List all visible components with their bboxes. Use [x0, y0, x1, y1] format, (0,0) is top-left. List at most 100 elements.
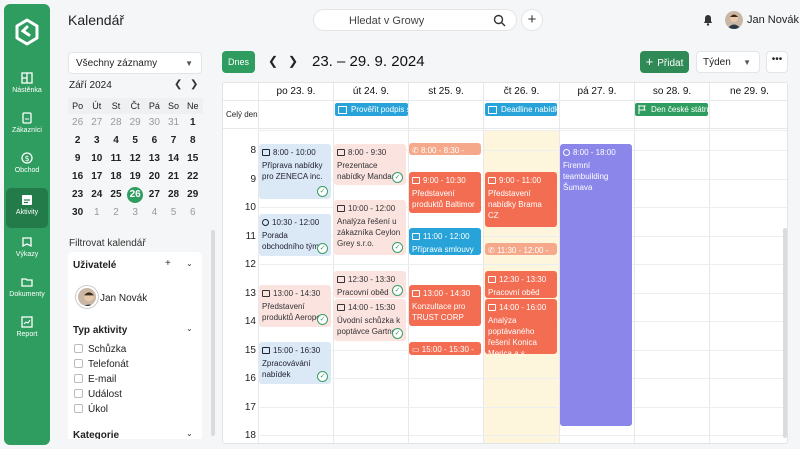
check-icon[interactable]: ✓	[317, 243, 328, 254]
add-button[interactable]: + Přidat	[640, 51, 689, 73]
type-checkbox-call[interactable]: Telefonát	[74, 359, 129, 370]
day-header[interactable]: st 25. 9.	[408, 83, 483, 100]
calendar-event[interactable]: 9:00 - 10:30 Představení produktů Baltim…	[409, 172, 481, 213]
mini-day[interactable]: 27	[145, 186, 164, 204]
mini-day[interactable]: 6	[183, 204, 202, 222]
prev-week-button[interactable]: ❮	[268, 54, 278, 68]
day-header[interactable]: út 24. 9.	[333, 83, 408, 100]
checkbox[interactable]	[74, 404, 83, 413]
mini-day[interactable]: 1	[87, 204, 106, 222]
bell-icon[interactable]	[702, 13, 714, 26]
day-header[interactable]: so 28. 9.	[634, 83, 709, 100]
mini-day[interactable]: 5	[164, 204, 183, 222]
mini-day[interactable]: 26	[68, 114, 87, 132]
check-icon[interactable]: ✓	[317, 371, 328, 382]
checkbox[interactable]	[74, 359, 83, 368]
calendar-event[interactable]: 8:00 - 9:30 Prezentace nabídky Mandara s…	[334, 144, 406, 185]
check-icon[interactable]: ✓	[317, 186, 328, 197]
more-button[interactable]: •••	[766, 51, 788, 73]
mini-day[interactable]: 3	[126, 204, 145, 222]
mini-day[interactable]: 11	[106, 150, 125, 168]
mini-prev-month-button[interactable]: ❮	[174, 79, 182, 90]
mini-day[interactable]: 4	[106, 132, 125, 150]
mini-day[interactable]: 6	[145, 132, 164, 150]
calendar-event[interactable]: 12:30 - 13:30 Pracovní oběd	[485, 271, 557, 298]
mini-day[interactable]: 29	[183, 186, 202, 204]
mini-day[interactable]: 20	[145, 168, 164, 186]
rail-item-report[interactable]: Report	[6, 310, 48, 350]
checkbox[interactable]	[74, 389, 83, 398]
mini-day[interactable]: 27	[87, 114, 106, 132]
type-checkbox-meeting[interactable]: Schůzka	[74, 344, 126, 355]
calendar-event[interactable]: 13:00 - 14:30 Představení produktů Aerop…	[259, 285, 331, 327]
category-title[interactable]: Kategorie	[73, 430, 119, 439]
chevron-down-icon[interactable]: ⌄	[186, 429, 193, 438]
mini-day[interactable]: 28	[164, 186, 183, 204]
view-select[interactable]: Týden ▼	[696, 51, 760, 73]
rail-item-reports[interactable]: Výkazy	[6, 230, 48, 270]
mini-day[interactable]: 7	[164, 132, 183, 150]
calendar-event[interactable]: 15:00 - 16:30 Zpracovávání nabídek ✓	[259, 342, 331, 384]
mini-day[interactable]: 1	[183, 114, 202, 132]
mini-day[interactable]: 18	[106, 168, 125, 186]
mini-day[interactable]: 22	[183, 168, 202, 186]
calendar-event[interactable]: 10:30 - 12:00 Porada obchodního týmu ✓	[259, 214, 331, 256]
mini-day[interactable]: 10	[87, 150, 106, 168]
calendar-event[interactable]: 14:00 - 16:00 Analýza poptávaného řešení…	[485, 299, 557, 354]
avatar[interactable]	[725, 11, 743, 29]
user-name[interactable]: Jan Novák	[747, 14, 799, 26]
allday-event[interactable]: Prověřit podpis s	[335, 103, 408, 116]
mini-day[interactable]: 17	[87, 168, 106, 186]
mini-day[interactable]: 16	[68, 168, 87, 186]
calendar-event[interactable]: 9:00 - 11:00 Představení nabídky Brama C…	[485, 172, 557, 227]
mini-day[interactable]: 14	[164, 150, 183, 168]
calendar-event[interactable]: 11:00 - 12:00 Příprava smlouvy	[409, 228, 481, 255]
mini-day[interactable]: 9	[68, 150, 87, 168]
checkbox[interactable]	[74, 344, 83, 353]
mini-day[interactable]: 23	[68, 186, 87, 204]
activity-type-title[interactable]: Typ aktivity	[73, 325, 127, 336]
quick-add-button[interactable]: +	[521, 9, 543, 31]
day-header[interactable]: čt 26. 9.	[483, 83, 559, 100]
search-icon[interactable]	[493, 14, 506, 27]
mini-day[interactable]: 24	[87, 186, 106, 204]
mini-day[interactable]: 15	[183, 150, 202, 168]
mini-day[interactable]: 28	[106, 114, 125, 132]
check-icon[interactable]: ✓	[392, 242, 403, 253]
today-button[interactable]: Dnes	[222, 51, 255, 73]
time-grid[interactable]: 8 9 10 11 12 13 14 15 16 17 18 8:00 - 10…	[223, 130, 787, 443]
add-user-button[interactable]: +	[165, 258, 171, 269]
mini-day[interactable]: 8	[183, 132, 202, 150]
mini-day[interactable]: 3	[87, 132, 106, 150]
rail-item-activities[interactable]: Aktivity	[6, 188, 48, 228]
growy-logo[interactable]	[15, 18, 39, 46]
allday-event[interactable]: Den české státno	[635, 103, 708, 116]
calendar-scrollbar[interactable]	[783, 228, 787, 438]
check-icon[interactable]: ✓	[392, 172, 403, 183]
users-section-title[interactable]: Uživatelé	[73, 260, 116, 271]
mini-day[interactable]: 29	[126, 114, 145, 132]
type-checkbox-event[interactable]: Událost	[74, 389, 122, 400]
day-header[interactable]: po 23. 9.	[258, 83, 333, 100]
calendar-event[interactable]: ▭ 15:00 - 15:30 - Po	[409, 342, 481, 355]
type-checkbox-task[interactable]: Úkol	[74, 404, 108, 415]
calendar-event[interactable]: ✆ 8:00 - 8:30 - Domlu	[409, 143, 481, 155]
calendar-event[interactable]: 13:00 - 14:30 Konzultace pro TRUST CORP	[409, 285, 481, 326]
mini-day-today[interactable]: 26	[126, 186, 145, 204]
check-icon[interactable]: ✓	[392, 285, 403, 296]
mini-day[interactable]: 5	[126, 132, 145, 150]
left-scrollbar[interactable]	[211, 230, 215, 436]
calendar-event[interactable]: ✆ 11:30 - 12:00 - Do	[485, 243, 557, 255]
mini-day[interactable]: 21	[164, 168, 183, 186]
mini-day[interactable]: 4	[145, 204, 164, 222]
mini-day[interactable]: 31	[164, 114, 183, 132]
mini-day[interactable]: 25	[106, 186, 125, 204]
mini-day[interactable]: 2	[106, 204, 125, 222]
mini-day[interactable]: 13	[145, 150, 164, 168]
checkbox[interactable]	[74, 374, 83, 383]
type-checkbox-email[interactable]: E-mail	[74, 374, 116, 385]
rail-item-dashboard[interactable]: Nástěnka	[6, 66, 48, 106]
calendar-event[interactable]: 14:00 - 15:30 Úvodní schůzka k poptávce …	[334, 299, 406, 341]
calendar-event[interactable]: 8:00 - 18:00 Firemní teambuilding Šumava	[560, 144, 632, 426]
calendar-event[interactable]: 8:00 - 10:00 Příprava nabídky pro ZENECA…	[259, 144, 331, 199]
